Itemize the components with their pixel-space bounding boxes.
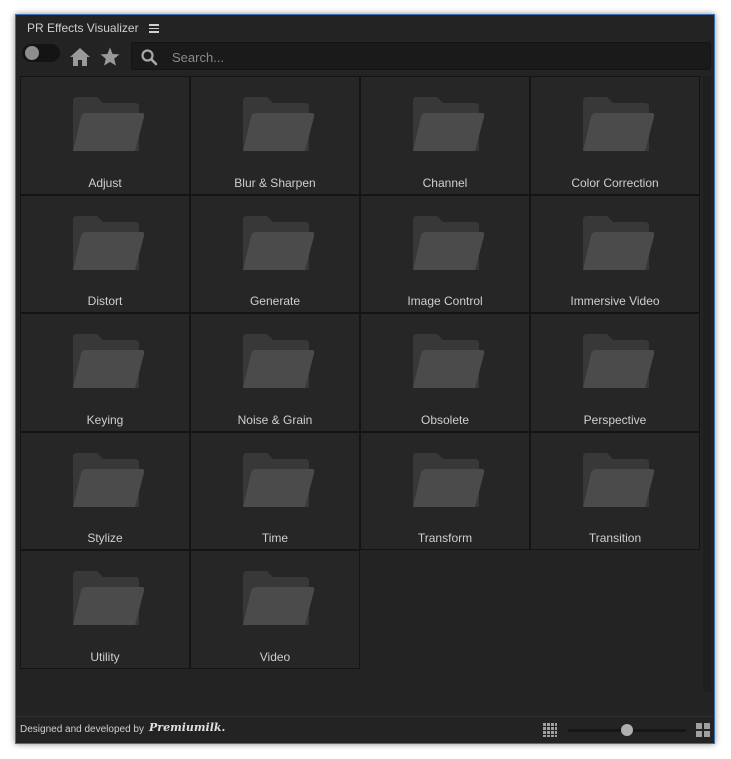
folder-label: Channel <box>422 175 468 190</box>
folder-icon <box>581 451 655 511</box>
folder-icon <box>241 569 315 629</box>
folder-icon <box>581 95 655 155</box>
folder-icon <box>71 569 145 629</box>
folder-label: Stylize <box>87 531 123 545</box>
folder-tile[interactable]: Utility <box>20 550 190 669</box>
toggle-knob <box>25 46 39 60</box>
folder-tile[interactable]: Immersive Video <box>530 194 700 313</box>
folder-icon <box>411 214 485 274</box>
folder-tile[interactable]: Image Control <box>360 194 530 313</box>
folder-label: Obsolete <box>420 412 470 427</box>
home-button[interactable] <box>68 45 92 69</box>
folder-tile[interactable]: Transform <box>360 431 530 550</box>
folder-label: Video <box>259 649 291 664</box>
zoom-slider-thumb[interactable] <box>621 724 633 736</box>
folder-tile[interactable]: Time <box>190 431 360 550</box>
large-grid-icon[interactable] <box>696 723 710 737</box>
folder-label: Color Correction <box>571 175 659 190</box>
folder-label: Noise & Grain <box>237 412 313 427</box>
folder-icon <box>241 95 315 155</box>
hamburger-menu-icon[interactable] <box>148 23 159 33</box>
folder-icon <box>581 214 655 274</box>
folder-icon <box>411 451 485 511</box>
folder-tile[interactable]: Obsolete <box>360 313 530 432</box>
folder-tile[interactable]: Generate <box>190 194 360 313</box>
folder-tile[interactable]: Stylize <box>20 431 190 550</box>
panel-title: PR Effects Visualizer <box>27 21 139 35</box>
search-box <box>131 42 711 70</box>
folder-label: Adjust <box>88 175 122 190</box>
folder-tile[interactable]: Distort <box>20 194 190 313</box>
folder-tile[interactable]: Noise & Grain <box>190 313 360 432</box>
folder-label: Blur & Sharpen <box>234 175 316 190</box>
folder-icon <box>241 332 315 392</box>
folder-label: Image Control <box>407 294 483 308</box>
folder-tile[interactable]: Video <box>190 550 360 669</box>
folder-label: Generate <box>249 294 301 308</box>
credit-text: Designed and developed by <box>20 724 144 735</box>
zoom-slider[interactable] <box>568 724 686 736</box>
folder-icon <box>71 95 145 155</box>
folder-icon <box>581 332 655 392</box>
home-icon <box>70 48 90 66</box>
star-icon <box>100 47 120 66</box>
vertical-scrollbar[interactable] <box>703 76 711 692</box>
folder-icon <box>411 332 485 392</box>
folder-tile[interactable]: Blur & Sharpen <box>190 76 360 195</box>
folder-label: Immersive Video <box>570 294 660 308</box>
folder-icon <box>71 332 145 392</box>
folder-tile[interactable]: Adjust <box>20 76 190 195</box>
folder-icon <box>241 214 315 274</box>
search-icon <box>141 49 158 66</box>
folder-label: Perspective <box>583 412 647 427</box>
mode-toggle[interactable] <box>22 44 60 62</box>
folder-icon <box>71 214 145 274</box>
folder-icon <box>241 451 315 511</box>
folder-label: Keying <box>86 412 124 427</box>
toolbar <box>16 41 714 73</box>
folder-tile[interactable]: Keying <box>20 313 190 432</box>
small-grid-icon[interactable] <box>543 723 557 737</box>
folder-tile[interactable]: Perspective <box>530 313 700 432</box>
brand-logo: Premiumilk. <box>149 721 226 734</box>
folder-grid-area: Adjust Blur & Sharpen Channel Color Correct… <box>20 76 700 688</box>
folder-tile[interactable]: Transition <box>530 431 700 550</box>
folder-label: Distort <box>87 294 123 308</box>
folder-grid: Adjust Blur & Sharpen Channel Color Correct… <box>20 76 700 669</box>
panel-titlebar: PR Effects Visualizer <box>16 15 714 41</box>
footer: Designed and developed by Premiumilk. <box>16 716 714 743</box>
folder-label: Time <box>261 531 289 545</box>
folder-icon <box>71 451 145 511</box>
folder-icon <box>411 95 485 155</box>
folder-label: Transition <box>588 531 642 545</box>
folder-tile[interactable]: Channel <box>360 76 530 195</box>
favorites-button[interactable] <box>98 45 122 69</box>
effects-panel: PR Effects Visualizer AdjustBl <box>15 14 715 744</box>
folder-tile[interactable]: Color Correction <box>530 76 700 195</box>
search-input[interactable] <box>170 46 694 68</box>
folder-label: Transform <box>417 531 473 545</box>
folder-label: Utility <box>90 649 120 664</box>
